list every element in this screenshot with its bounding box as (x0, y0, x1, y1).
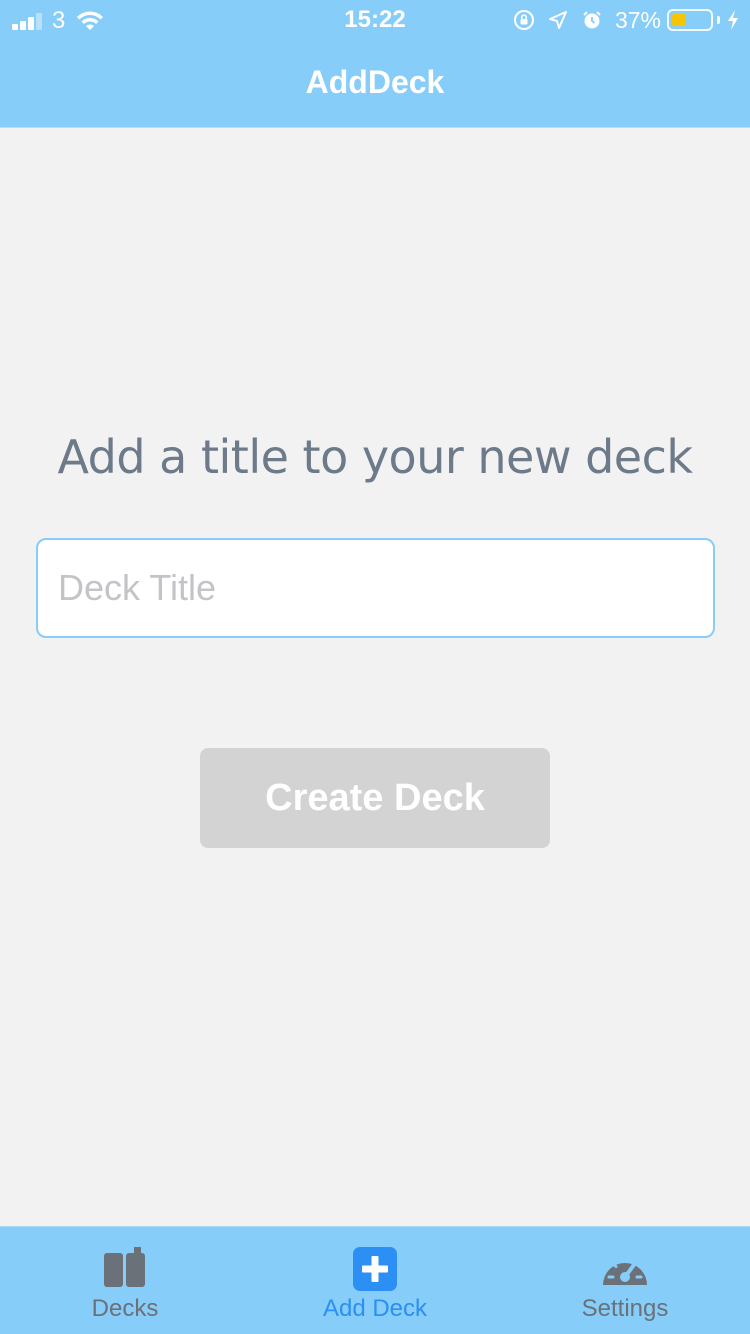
battery-percent: 37% (614, 6, 661, 33)
deck-title-input[interactable] (36, 538, 715, 638)
tab-settings-label: Settings (581, 1295, 669, 1322)
header-title: AddDeck (305, 64, 445, 100)
battery-nub (717, 16, 720, 24)
create-deck-button[interactable]: Create Deck (200, 748, 550, 848)
alarm-icon (583, 11, 601, 29)
charging-bolt-icon (728, 10, 738, 30)
status-right: 37% (513, 7, 740, 33)
tab-add-deck-label: Add Deck (322, 1295, 428, 1322)
battery-level (672, 14, 686, 26)
tab-decks-label: Decks (91, 1295, 159, 1322)
deck-cards-icon (104, 1247, 145, 1287)
tab-add-deck[interactable]: Add Deck (250, 1227, 500, 1334)
top-bar: 3 15:22 37% AddDeck (0, 0, 750, 128)
speedometer-icon (603, 1256, 647, 1285)
location-icon (548, 11, 567, 29)
tab-bar: Decks Add Deck Settings (0, 1226, 750, 1334)
plus-square-icon (353, 1247, 397, 1291)
orientation-lock-icon (513, 10, 534, 30)
battery-icon (667, 9, 713, 31)
tab-decks[interactable]: Decks (0, 1227, 250, 1334)
add-deck-screen: 3 15:22 37% AddDeck Add a title to your … (0, 0, 750, 1334)
tab-settings[interactable]: Settings (500, 1227, 750, 1334)
header-divider (0, 127, 750, 128)
status-bar: 3 15:22 37% (0, 0, 750, 40)
add-title-prompt: Add a title to your new deck (57, 430, 693, 484)
